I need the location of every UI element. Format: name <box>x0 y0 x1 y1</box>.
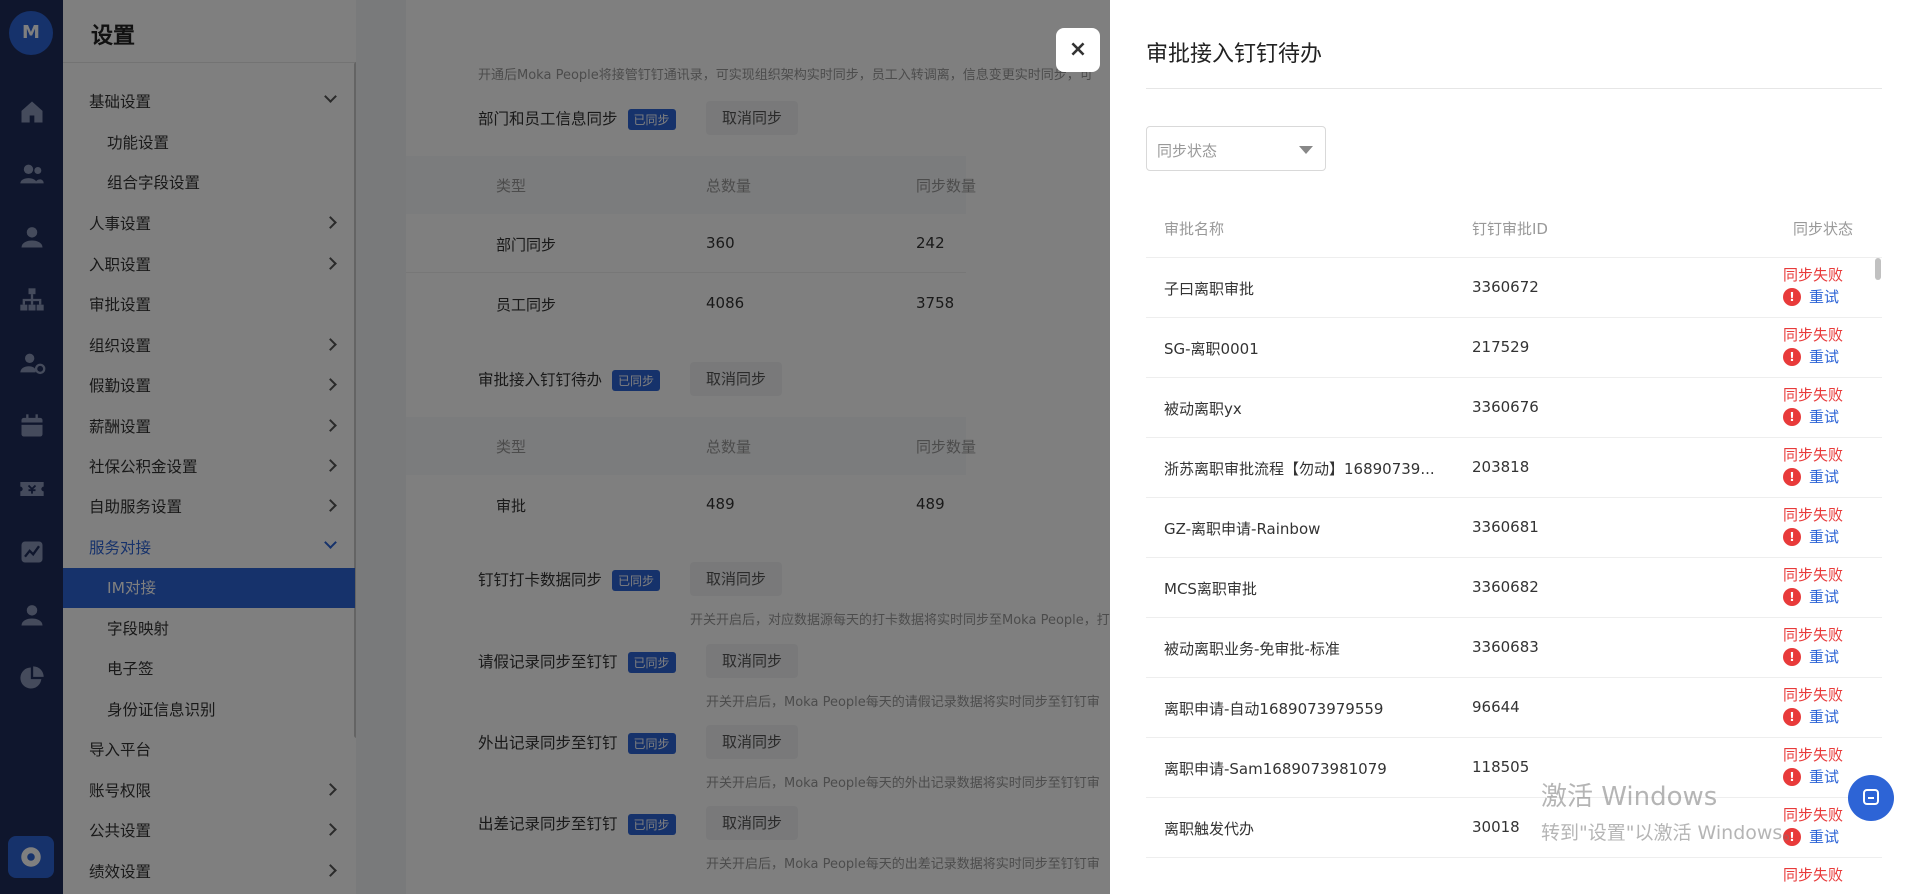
error-icon: ! <box>1783 408 1801 426</box>
divider <box>1146 88 1882 89</box>
dingtalk-approval-id: 217529 <box>1472 338 1530 356</box>
table-row: MCS离职审批 3360682 同步失败! 重试 <box>1146 558 1882 618</box>
retry-label: 重试 <box>1809 648 1840 666</box>
sync-failed-status: 同步失败 <box>1783 266 1844 284</box>
retry-label: 重试 <box>1809 348 1840 366</box>
approval-name: SG-离职0001 <box>1164 340 1259 358</box>
modal-mask[interactable] <box>0 0 1110 894</box>
sync-failed-status: 同步失败 <box>1783 626 1844 644</box>
caret-down-icon <box>1299 146 1313 154</box>
table-header-cell: 同步状态 <box>1793 220 1854 238</box>
dingtalk-approval-id: 3360672 <box>1472 278 1539 296</box>
activation-watermark-sub: 转到"设置"以激活 Windows。 <box>1541 822 1802 844</box>
close-button[interactable]: × <box>1056 28 1100 72</box>
dingtalk-approval-id: 3360676 <box>1472 398 1539 416</box>
select-placeholder: 同步状态 <box>1157 142 1218 160</box>
error-icon: ! <box>1783 468 1801 486</box>
error-icon: ! <box>1783 708 1801 726</box>
error-icon: ! <box>1783 588 1801 606</box>
drawer-panel: 审批接入钉钉待办 同步状态 审批名称 钉钉审批ID 同步状态 子曰离职审批 336… <box>1110 0 1920 894</box>
approval-name: 离职触发代办 <box>1164 820 1255 838</box>
sync-status-select[interactable]: 同步状态 <box>1146 126 1326 171</box>
table-row: 离职申请-自动1689073979559 96644 同步失败! 重试 <box>1146 678 1882 738</box>
approval-name: MCS离职审批 <box>1164 580 1257 598</box>
approval-name: 离职申请-Sam1689073981079 <box>1164 760 1387 778</box>
sync-failed-status: 同步失败 <box>1783 866 1844 884</box>
activation-watermark: 激活 Windows <box>1541 782 1718 812</box>
sync-failed-status: 同步失败 <box>1783 386 1844 404</box>
table-row: GZ-离职申请-Rainbow 3360681 同步失败! 重试 <box>1146 498 1882 558</box>
dingtalk-approval-id: 3360681 <box>1472 518 1539 536</box>
table-row: 被动离职业务-免审批-标准 3360683 同步失败! 重试 <box>1146 618 1882 678</box>
dingtalk-approval-id: 203818 <box>1472 458 1530 476</box>
sync-failed-status: 同步失败 <box>1783 686 1844 704</box>
table-row: 浙苏离职审批流程【勿动】16890739... 203818 同步失败! 重试 <box>1146 438 1882 498</box>
table-row: SG-离职0001 217529 同步失败! 重试 <box>1146 318 1882 378</box>
approval-name: 离职申请-自动1689073979559 <box>1164 700 1384 718</box>
sync-failed-status: 同步失败 <box>1783 326 1844 344</box>
approval-name: 子曰离职审批 <box>1164 280 1255 298</box>
error-icon: ! <box>1783 528 1801 546</box>
table-header: 审批名称 钉钉审批ID 同步状态 <box>1146 198 1882 258</box>
retry-label: 重试 <box>1809 288 1840 306</box>
drawer-title: 审批接入钉钉待办 <box>1146 42 1323 67</box>
dingtalk-approval-id: 96644 <box>1472 698 1520 716</box>
approval-name: GZ-离职申请-Rainbow <box>1164 520 1321 538</box>
error-icon: ! <box>1783 768 1801 786</box>
sync-failed-status: 同步失败 <box>1783 446 1844 464</box>
error-icon: ! <box>1783 288 1801 306</box>
approval-name: 被动离职业务-免审批-标准 <box>1164 640 1340 658</box>
retry-label: 重试 <box>1809 768 1840 786</box>
table-header-cell: 钉钉审批ID <box>1472 220 1548 238</box>
retry-label: 重试 <box>1809 828 1840 846</box>
approval-name: 被动离职yx <box>1164 400 1242 418</box>
approval-name: 浙苏离职审批流程【勿动】16890739... <box>1164 460 1435 478</box>
error-icon: ! <box>1783 348 1801 366</box>
sync-failed-status: 同步失败 <box>1783 506 1844 524</box>
retry-label: 重试 <box>1809 528 1840 546</box>
chat-button[interactable] <box>1848 775 1894 821</box>
table-row: 被动离职yx 3360676 同步失败! 重试 <box>1146 378 1882 438</box>
sync-failed-status: 同步失败 <box>1783 746 1844 764</box>
chat-icon <box>1863 789 1879 805</box>
dingtalk-approval-id: 118505 <box>1472 758 1530 776</box>
retry-label: 重试 <box>1809 408 1840 426</box>
retry-label: 重试 <box>1809 708 1840 726</box>
table-header-cell: 审批名称 <box>1164 220 1225 238</box>
dingtalk-approval-id: 3360682 <box>1472 578 1539 596</box>
sync-failed-status: 同步失败 <box>1783 566 1844 584</box>
retry-label: 重试 <box>1809 588 1840 606</box>
dingtalk-approval-id: 3360683 <box>1472 638 1539 656</box>
dingtalk-approval-id: 30018 <box>1472 818 1520 836</box>
table-row: 子曰离职审批 3360672 同步失败! 重试 <box>1146 258 1882 318</box>
table-row: 离职申请-Sam1689073981079 118505 同步失败! 重试 <box>1146 738 1882 798</box>
table-row: 同步失败 <box>1146 858 1882 894</box>
retry-label: 重试 <box>1809 468 1840 486</box>
error-icon: ! <box>1783 648 1801 666</box>
